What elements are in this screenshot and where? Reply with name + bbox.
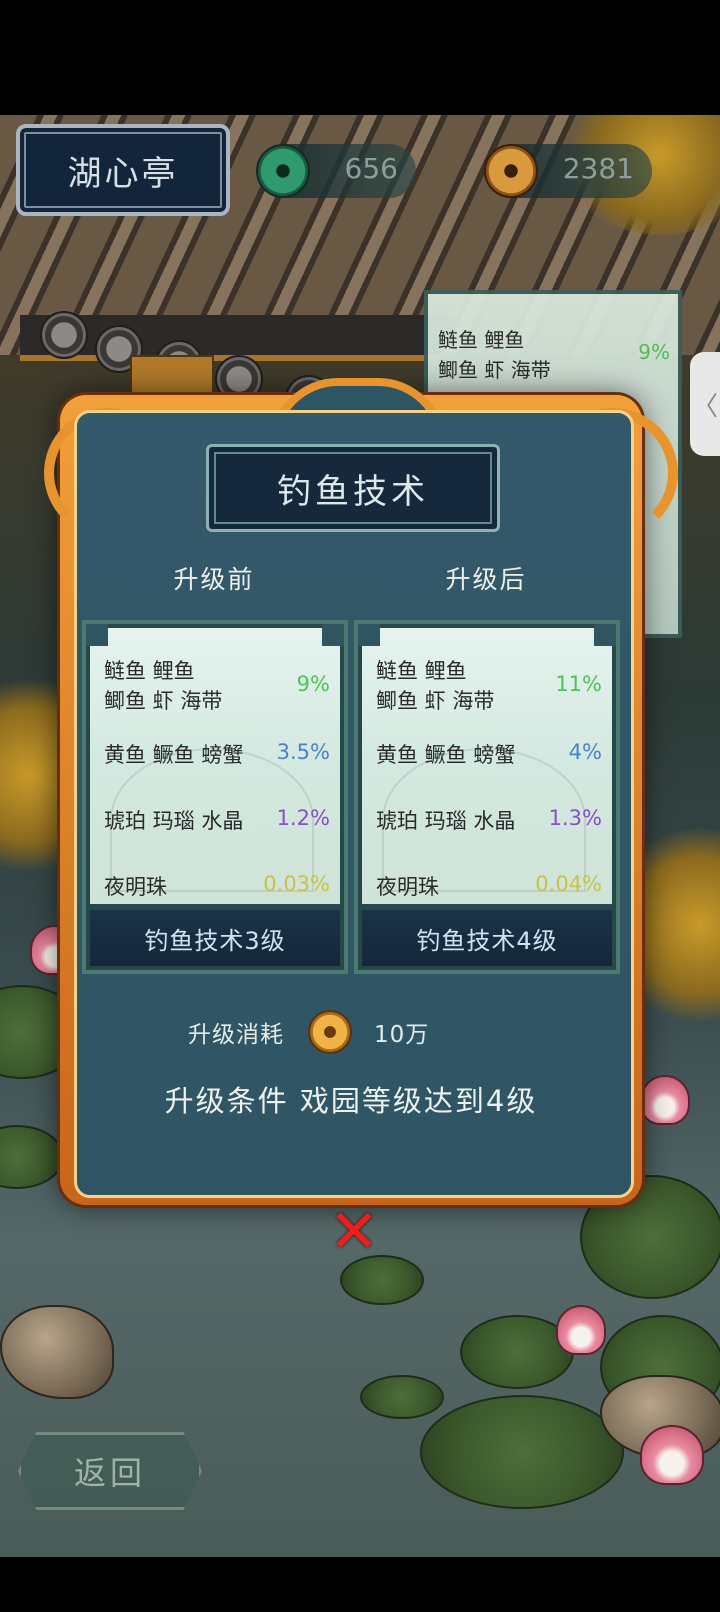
catch-group-label: 黄鱼 鳜鱼 螃蟹 [376,743,516,767]
dialog-title: 钓鱼技术 [206,444,500,532]
copper-coin-icon [308,1010,352,1054]
catch-rate-legendary: 0.04% [535,872,602,896]
catch-group-label: 黄鱼 鳜鱼 螃蟹 [104,743,244,767]
catch-group-label: 鲢鱼 鲤鱼 [104,659,195,683]
upgrade-condition: 升级条件 戏园等级达到4级 [164,1084,538,1118]
copper-currency-counter: 2381 [484,144,652,198]
upgrade-cost-value: 10万 [374,1022,430,1048]
catch-group-label: 夜明珠 [376,875,439,899]
lotus-flower [640,1425,704,1485]
lotus-flower [640,1075,690,1125]
lotus-flower [556,1305,606,1355]
catch-group-label: 鲫鱼 虾 海带 [376,689,495,713]
before-upgrade-header: 升级前 [173,565,255,594]
close-icon: ✕ [328,1197,380,1267]
skill-level-label: 钓鱼技术3级 [90,910,340,966]
upgrade-cost: 升级消耗 10万 [188,1008,429,1056]
lotus-leaf [0,1125,64,1189]
jade-coin-icon [256,144,310,198]
catch-group-label: 鲢鱼 鲤鱼 [376,659,467,683]
skill-level-label: 钓鱼技术4级 [362,910,612,966]
chevron-left-icon: 〈 [691,391,718,422]
bg-card-pct: 9% [638,340,670,364]
catch-group-label: 夜明珠 [104,875,167,899]
catch-rate-uncommon: 3.5% [276,740,330,764]
lotus-leaf [360,1375,444,1419]
catch-group-label: 琥珀 玛瑙 水晶 [104,809,244,833]
catch-rate-rare: 1.3% [548,806,602,830]
location-title: 湖心亭 [16,124,230,216]
catch-rate-uncommon: 4% [568,740,602,764]
catch-rate-legendary: 0.03% [263,872,330,896]
copper-currency-value: 2381 [562,152,634,185]
side-expand-tab[interactable]: 〈 [690,352,720,456]
panel-content: 鲢鱼 鲤鱼 鲫鱼 虾 海带 11% 黄鱼 鳜鱼 螃蟹 4% 琥珀 玛瑙 水晶 1… [362,628,612,904]
upgrade-cost-label: 升级消耗 [188,1022,284,1048]
back-button-label: 返回 [73,1454,146,1492]
lotus-pod [0,1305,114,1399]
catch-rate-common: 9% [296,672,330,696]
jade-currency-counter: 656 [256,144,416,198]
lotus-leaf [420,1395,624,1509]
panel-corner [322,624,344,646]
catch-rate-common: 11% [555,672,602,696]
panel-corner [358,624,380,646]
catch-group-label: 琥珀 玛瑙 水晶 [376,809,516,833]
panel-corner [594,624,616,646]
after-upgrade-header: 升级后 [445,565,527,594]
catch-group-label: 鲫鱼 虾 海带 [104,689,223,713]
before-upgrade-panel: 鲢鱼 鲤鱼 鲫鱼 虾 海带 9% 黄鱼 鳜鱼 螃蟹 3.5% 琥珀 玛瑙 水晶 … [82,620,348,974]
panel-content: 鲢鱼 鲤鱼 鲫鱼 虾 海带 9% 黄鱼 鳜鱼 螃蟹 3.5% 琥珀 玛瑙 水晶 … [90,628,340,904]
dialog-title-text: 钓鱼技术 [277,471,429,512]
roof-tile-end [40,311,88,359]
panel-corner [86,624,108,646]
bg-card-row: 鲫鱼 虾 海带 [438,358,551,382]
location-name: 湖心亭 [67,153,179,194]
back-button[interactable]: 返回 [18,1432,202,1510]
jade-currency-value: 656 [344,152,398,185]
close-button[interactable]: ✕ [326,1202,382,1262]
bg-card-row: 鲢鱼 鲤鱼 [438,328,525,352]
copper-coin-icon [484,144,538,198]
after-upgrade-panel: 鲢鱼 鲤鱼 鲫鱼 虾 海带 11% 黄鱼 鳜鱼 螃蟹 4% 琥珀 玛瑙 水晶 1… [354,620,620,974]
catch-rate-rare: 1.2% [276,806,330,830]
